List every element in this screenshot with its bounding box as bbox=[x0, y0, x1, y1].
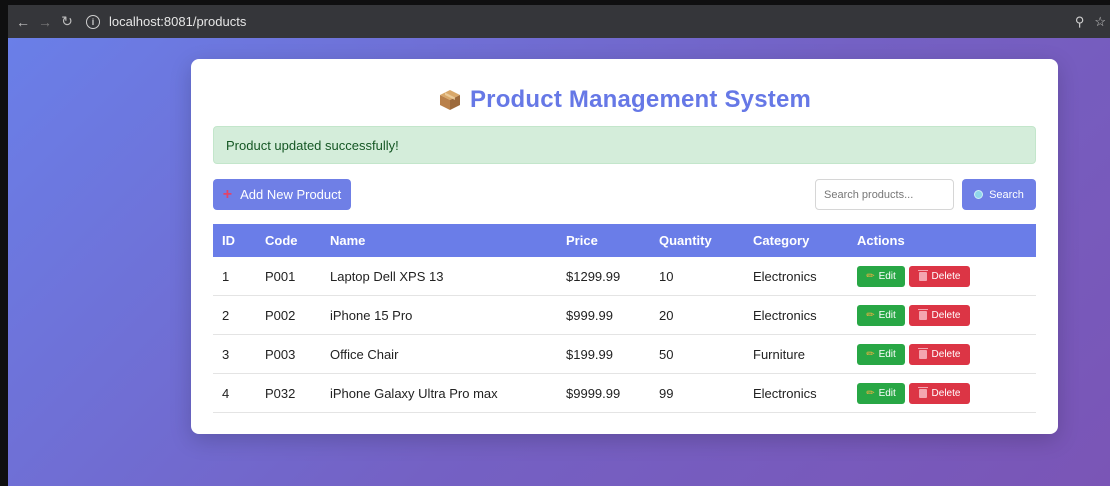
search-button[interactable]: Search bbox=[962, 179, 1036, 210]
success-alert: Product updated successfully! bbox=[213, 126, 1036, 164]
cell-name: Laptop Dell XPS 13 bbox=[330, 268, 444, 284]
page-header: Product Management System bbox=[191, 86, 1058, 114]
delete-button[interactable]: Delete bbox=[909, 382, 970, 404]
cell-id: 2 bbox=[222, 307, 230, 323]
add-product-label: Add New Product bbox=[240, 187, 342, 202]
cell-name: iPhone Galaxy Ultra Pro max bbox=[330, 385, 498, 401]
edit-label: Edit bbox=[878, 309, 896, 321]
edit-label: Edit bbox=[878, 387, 896, 399]
column-header-id: ID bbox=[222, 233, 235, 248]
cell-id: 4 bbox=[222, 385, 230, 401]
column-header-price: Price bbox=[566, 233, 598, 248]
cell-quantity: 10 bbox=[659, 268, 674, 284]
delete-label: Delete bbox=[931, 270, 961, 282]
trash-icon bbox=[917, 308, 928, 320]
column-header-quantity: Quantity bbox=[659, 233, 712, 248]
cell-actions: ✏ Edit Delete bbox=[857, 343, 1036, 365]
cell-quantity: 99 bbox=[659, 385, 674, 401]
reload-icon[interactable]: ↻ bbox=[56, 11, 78, 33]
cell-name: Office Chair bbox=[330, 346, 399, 362]
cell-id: 1 bbox=[222, 268, 230, 284]
edit-button[interactable]: ✏ Edit bbox=[857, 343, 905, 365]
delete-label: Delete bbox=[931, 348, 961, 360]
cell-category: Electronics bbox=[753, 385, 817, 401]
column-header-name: Name bbox=[330, 233, 366, 248]
back-arrow-icon[interactable]: ← bbox=[12, 11, 34, 33]
delete-button[interactable]: Delete bbox=[909, 343, 970, 365]
cell-category: Furniture bbox=[753, 346, 806, 362]
cell-actions: ✏ Edit Delete bbox=[857, 304, 1036, 326]
cell-price: $1299.99 bbox=[566, 268, 621, 284]
delete-button[interactable]: Delete bbox=[909, 265, 970, 287]
delete-label: Delete bbox=[931, 309, 961, 321]
package-box-icon bbox=[439, 90, 460, 110]
column-header-category: Category bbox=[753, 233, 810, 248]
info-icon[interactable]: i bbox=[86, 14, 100, 29]
cell-quantity: 20 bbox=[659, 307, 674, 323]
address-bar[interactable]: i localhost:8081/products bbox=[86, 5, 246, 38]
search-input[interactable] bbox=[815, 179, 954, 210]
cell-code: P002 bbox=[265, 307, 296, 323]
delete-button[interactable]: Delete bbox=[909, 304, 970, 326]
trash-icon bbox=[917, 269, 928, 281]
pencil-icon: ✏ bbox=[866, 309, 875, 321]
main-card: Product Management System Product update… bbox=[191, 59, 1058, 434]
column-header-code: Code bbox=[265, 233, 298, 248]
cell-id: 3 bbox=[222, 346, 230, 362]
delete-label: Delete bbox=[931, 387, 961, 399]
alert-message: Product updated successfully! bbox=[226, 137, 399, 153]
table-row: 1 P001 Laptop Dell XPS 13 $1299.99 10 El… bbox=[213, 257, 1036, 296]
plus-icon: + bbox=[222, 185, 233, 203]
cell-price: $999.99 bbox=[566, 307, 613, 323]
cell-price: $9999.99 bbox=[566, 385, 621, 401]
cell-price: $199.99 bbox=[566, 346, 613, 362]
cell-code: P001 bbox=[265, 268, 296, 284]
cell-category: Electronics bbox=[753, 268, 817, 284]
edit-button[interactable]: ✏ Edit bbox=[857, 265, 905, 287]
page-viewport: Product Management System Product update… bbox=[8, 38, 1110, 486]
browser-toolbar: ← → ↻ i localhost:8081/products ⚲ ☆ bbox=[8, 5, 1110, 38]
table-row: 3 P003 Office Chair $199.99 50 Furniture… bbox=[213, 335, 1036, 374]
pencil-icon: ✏ bbox=[866, 348, 875, 360]
column-header-actions: Actions bbox=[857, 233, 905, 248]
pencil-icon: ✏ bbox=[866, 270, 875, 282]
cell-category: Electronics bbox=[753, 307, 817, 323]
cell-quantity: 50 bbox=[659, 346, 674, 362]
search-icon bbox=[974, 190, 984, 199]
page-title: Product Management System bbox=[469, 86, 812, 113]
table-row: 4 P032 iPhone Galaxy Ultra Pro max $9999… bbox=[213, 374, 1036, 413]
edit-label: Edit bbox=[878, 348, 896, 360]
table-row: 2 P002 iPhone 15 Pro $999.99 20 Electron… bbox=[213, 296, 1036, 335]
cell-actions: ✏ Edit Delete bbox=[857, 382, 1036, 404]
pencil-icon: ✏ bbox=[866, 387, 875, 399]
cell-actions: ✏ Edit Delete bbox=[857, 265, 1036, 287]
url-text: localhost:8081/products bbox=[109, 14, 247, 29]
trash-icon bbox=[917, 347, 928, 359]
add-product-button[interactable]: + Add New Product bbox=[213, 179, 351, 210]
star-icon[interactable]: ☆ bbox=[1094, 14, 1106, 30]
cell-code: P032 bbox=[265, 385, 296, 401]
edit-button[interactable]: ✏ Edit bbox=[857, 304, 905, 326]
table-header: ID Code Name Price Quantity Category Act… bbox=[213, 224, 1036, 257]
edit-label: Edit bbox=[878, 270, 896, 282]
search-label: Search bbox=[989, 188, 1024, 201]
cell-code: P003 bbox=[265, 346, 296, 362]
cell-name: iPhone 15 Pro bbox=[330, 307, 413, 323]
edit-button[interactable]: ✏ Edit bbox=[857, 382, 905, 404]
products-table: ID Code Name Price Quantity Category Act… bbox=[213, 224, 1036, 413]
forward-arrow-icon[interactable]: → bbox=[34, 11, 56, 33]
trash-icon bbox=[917, 386, 928, 398]
zoom-icon[interactable]: ⚲ bbox=[1075, 14, 1085, 30]
